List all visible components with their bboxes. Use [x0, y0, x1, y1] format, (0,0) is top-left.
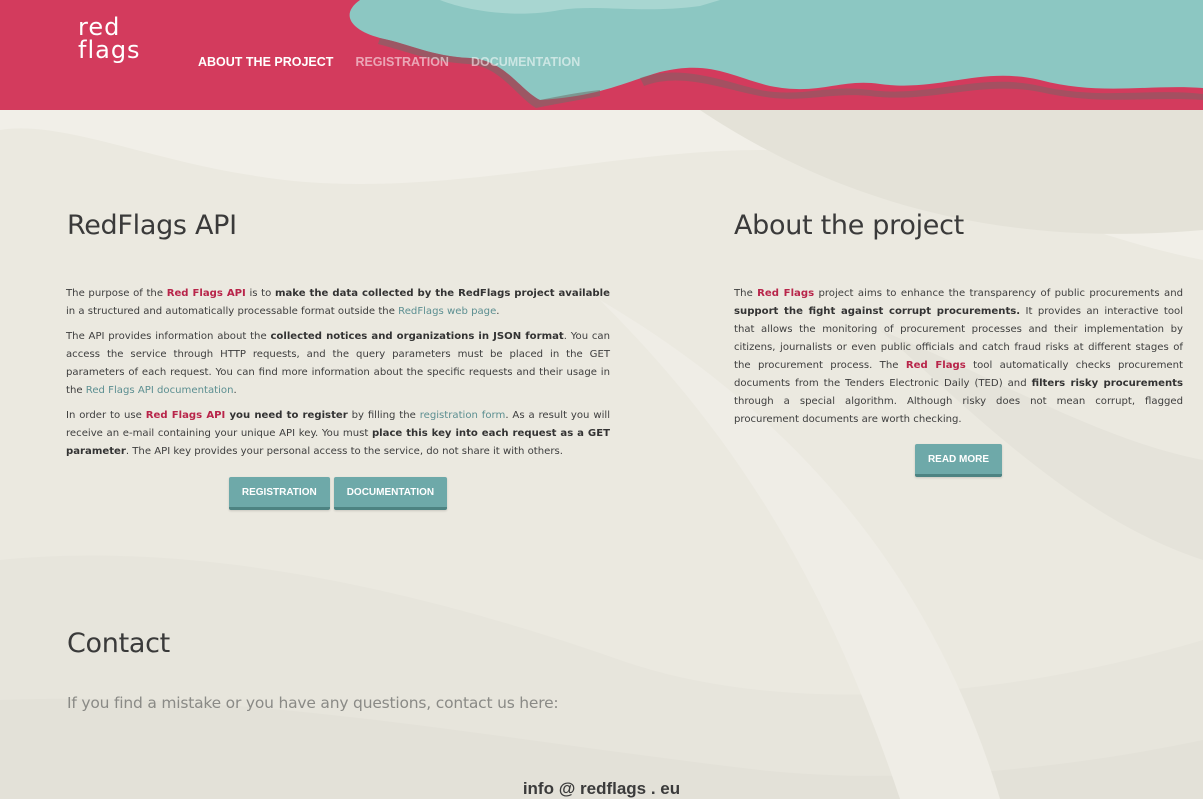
header-background	[0, 0, 1203, 110]
api-title: RedFlags API	[67, 210, 237, 241]
contact-section: Contact If you find a mistake or you hav…	[67, 628, 559, 712]
text: The API provides information about the	[66, 331, 271, 342]
main-nav: ABOUT THE PROJECT REGISTRATION DOCUMENTA…	[198, 55, 580, 69]
redflags-web-page-link[interactable]: RedFlags web page	[398, 306, 496, 317]
text: through a special algorithm. Although ri…	[734, 396, 1183, 425]
registration-form-link[interactable]: registration form	[420, 410, 506, 421]
text: in a structured and automatically proces…	[66, 306, 399, 317]
highlight-red: Red Flags	[757, 288, 815, 299]
site-header: red flags ABOUT THE PROJECT REGISTRATION…	[0, 0, 1203, 110]
text-bold: collected notices and organizations in J…	[270, 331, 564, 342]
contact-title: Contact	[67, 628, 170, 659]
about-section: About the project The Red Flags project …	[734, 210, 1183, 477]
highlight-red: Red Flags	[905, 360, 966, 371]
highlight-red: Red Flags API	[166, 288, 246, 299]
nav-documentation[interactable]: DOCUMENTATION	[471, 55, 580, 69]
read-more-button[interactable]: READ MORE	[914, 444, 1003, 477]
text: The	[734, 288, 758, 299]
contact-email[interactable]: info @ redflags . eu	[0, 779, 1203, 799]
text-bold: you need to register	[225, 410, 348, 421]
api-paragraph-2: The API provides information about the c…	[66, 328, 610, 400]
text: .	[496, 306, 500, 317]
text-bold: make the data collected by the RedFlags …	[274, 288, 610, 299]
nav-about-the-project[interactable]: ABOUT THE PROJECT	[198, 55, 333, 69]
api-documentation-link[interactable]: Red Flags API documentation	[86, 385, 234, 396]
text-bold: support the fight against corrupt procur…	[734, 306, 1021, 317]
text: . The API key provides your personal acc…	[125, 446, 563, 457]
about-title: About the project	[734, 210, 964, 241]
text: The purpose of the	[66, 288, 167, 299]
contact-text: If you find a mistake or you have any qu…	[67, 694, 559, 712]
logo-line-2: flags	[78, 36, 141, 64]
text-bold: filters risky procurements	[1031, 378, 1183, 389]
text: by filling the	[347, 410, 420, 421]
text: is to	[245, 288, 275, 299]
api-paragraph-1: The purpose of the Red Flags API is to m…	[66, 285, 610, 321]
api-paragraph-3: In order to use Red Flags API you need t…	[66, 407, 610, 461]
logo[interactable]: red flags	[78, 15, 141, 64]
nav-registration[interactable]: REGISTRATION	[355, 55, 449, 69]
text: project aims to enhance the transparency…	[814, 288, 1183, 299]
api-section: RedFlags API The purpose of the Red Flag…	[66, 210, 610, 510]
registration-button[interactable]: REGISTRATION	[228, 477, 330, 510]
documentation-button[interactable]: DOCUMENTATION	[333, 477, 448, 510]
about-button-row: READ MORE	[734, 444, 1183, 477]
text: .	[233, 385, 237, 396]
text: In order to use	[66, 410, 146, 421]
api-buttons: REGISTRATION DOCUMENTATION	[66, 477, 610, 510]
highlight-red: Red Flags API	[145, 410, 226, 421]
about-paragraph: The Red Flags project aims to enhance th…	[734, 285, 1183, 429]
